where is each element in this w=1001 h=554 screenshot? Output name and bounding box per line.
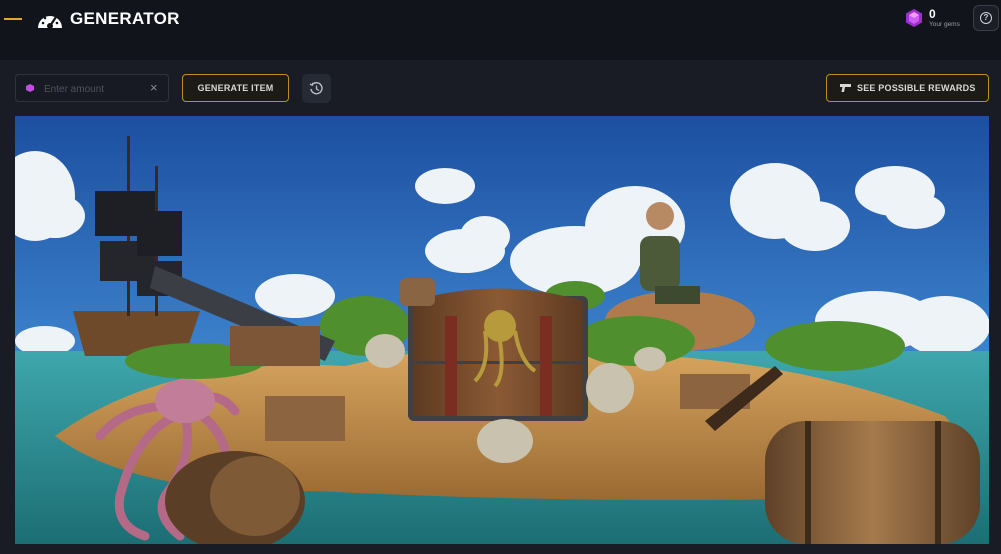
history-button[interactable] — [302, 74, 331, 103]
menu-accent-line[interactable] — [4, 18, 22, 20]
top-bar: GENERATOR 0 Your gems ? — [0, 0, 1001, 38]
see-possible-rewards-button[interactable]: SEE POSSIBLE REWARDS — [826, 74, 989, 102]
amount-input[interactable] — [42, 80, 146, 98]
rewards-button-label: SEE POSSIBLE REWARDS — [857, 83, 976, 93]
purple-gem-icon — [26, 84, 34, 92]
question-circle-icon: ? — [980, 12, 992, 24]
generate-item-button[interactable]: GENERATE ITEM — [182, 74, 289, 102]
barrel — [765, 421, 980, 544]
pistol-icon — [840, 84, 851, 92]
pirate-island-scene — [15, 116, 989, 544]
amount-field[interactable]: × — [15, 74, 169, 102]
clear-icon[interactable]: × — [150, 81, 158, 95]
gems-label: Your gems — [929, 21, 960, 28]
gems-count: 0 — [929, 7, 936, 21]
speedometer-icon[interactable] — [36, 8, 64, 30]
page-title[interactable]: GENERATOR — [70, 9, 180, 29]
treasure-chest — [408, 288, 588, 421]
help-button[interactable]: ? — [973, 5, 999, 31]
history-icon — [309, 82, 323, 95]
case-illustration — [15, 116, 989, 544]
purple-gem-icon — [906, 9, 922, 27]
